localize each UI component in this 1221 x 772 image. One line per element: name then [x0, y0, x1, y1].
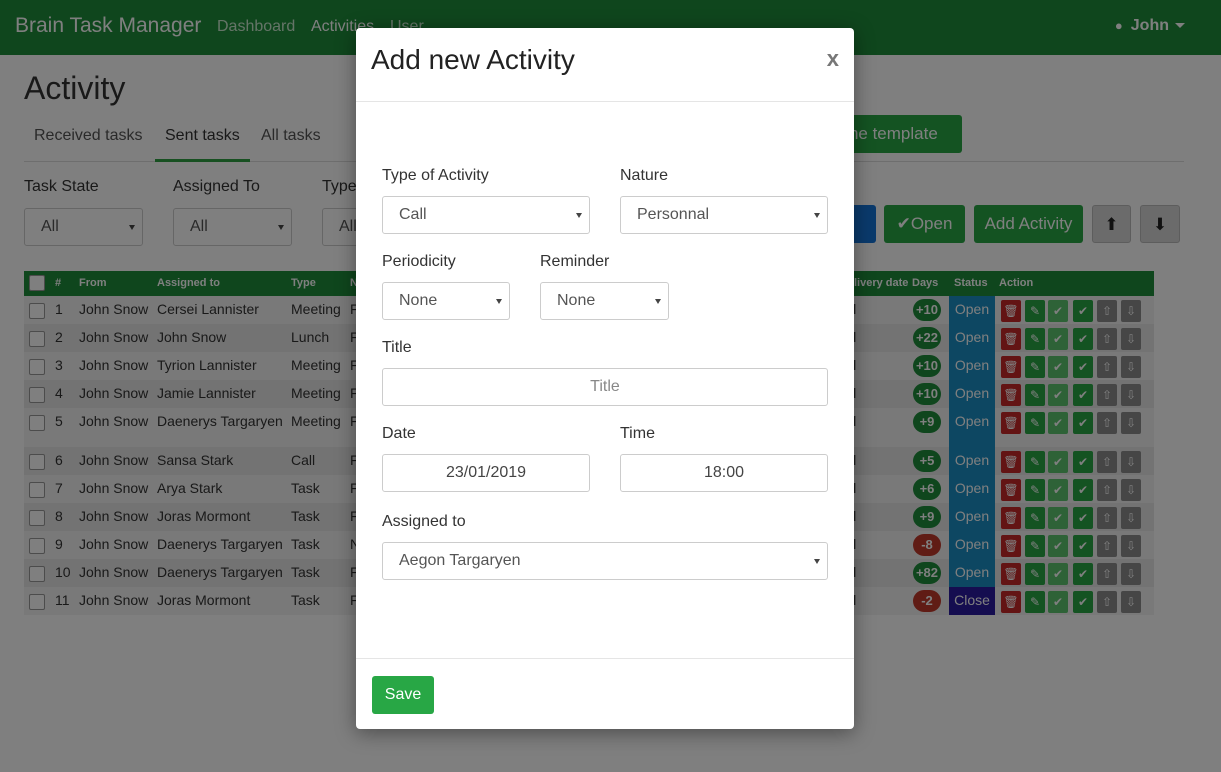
nature-value: Personnal: [637, 206, 710, 223]
date-value: 23/01/2019: [445, 464, 527, 481]
nature-select[interactable]: Personnal: [620, 196, 828, 234]
assigned-to-modal-label: Assigned to: [382, 513, 466, 530]
date-label: Date: [382, 425, 416, 442]
save-button[interactable]: Save: [372, 676, 434, 714]
type-of-activity-select[interactable]: Call: [382, 196, 590, 234]
reminder-label: Reminder: [540, 253, 610, 270]
periodicity-select[interactable]: None: [382, 282, 510, 320]
periodicity-value: None: [399, 292, 438, 309]
modal-title: Add new Activity: [371, 44, 575, 75]
title-placeholder: Title: [590, 378, 620, 395]
chevron-down-icon: [496, 299, 502, 304]
add-activity-modal: Add new Activity x Type of Activity Call…: [356, 28, 854, 729]
time-value: 18:00: [703, 464, 745, 481]
reminder-value: None: [557, 292, 596, 309]
title-input[interactable]: Title: [382, 368, 828, 406]
periodicity-label: Periodicity: [382, 253, 456, 270]
chevron-down-icon: [814, 213, 820, 218]
time-label: Time: [620, 425, 655, 442]
assigned-to-modal-value: Aegon Targaryen: [399, 552, 521, 569]
assigned-to-modal-select[interactable]: Aegon Targaryen: [382, 542, 828, 580]
nature-label: Nature: [620, 167, 669, 184]
modal-footer: Save: [356, 658, 854, 729]
time-input[interactable]: 18:00: [620, 454, 828, 492]
chevron-down-icon: [655, 299, 661, 304]
title-label: Title: [382, 339, 412, 356]
modal-header: Add new Activity x: [356, 28, 854, 102]
type-of-activity-label: Type of Activity: [382, 167, 489, 184]
date-input[interactable]: 23/01/2019: [382, 454, 590, 492]
chevron-down-icon: [814, 559, 820, 564]
chevron-down-icon: [576, 213, 582, 218]
type-of-activity-value: Call: [399, 206, 427, 223]
close-icon[interactable]: x: [827, 46, 839, 72]
reminder-select[interactable]: None: [540, 282, 669, 320]
